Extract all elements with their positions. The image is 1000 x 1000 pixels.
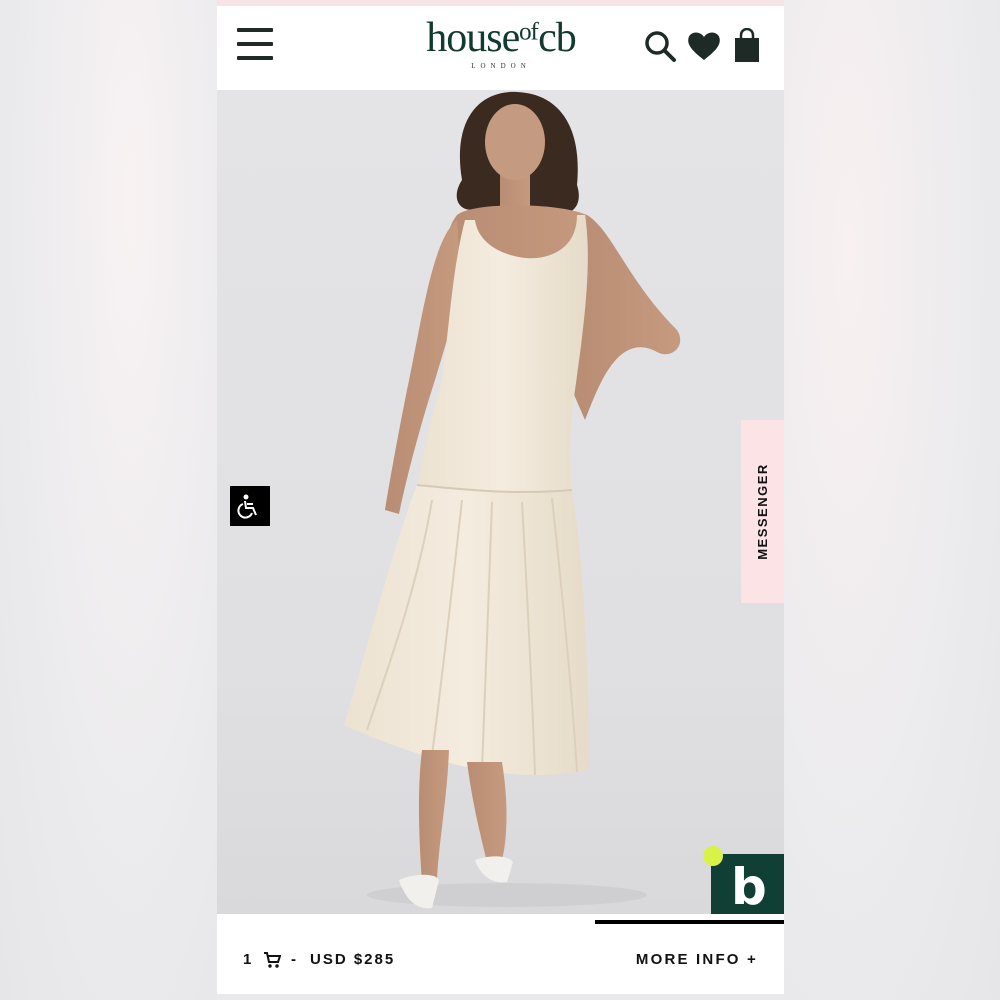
background-right: [784, 0, 1000, 1000]
menu-icon-bar: [237, 42, 273, 46]
wishlist-button[interactable]: [686, 28, 722, 64]
accessibility-button[interactable]: [230, 486, 270, 526]
shopping-bag-icon: [735, 28, 759, 62]
search-icon: [645, 31, 676, 62]
badge-letter: b: [731, 858, 767, 914]
model-figure: [344, 91, 681, 909]
brand-logo[interactable]: houseᵒᶠcb LONDON: [411, 16, 591, 78]
heart-icon: [688, 32, 720, 60]
mobile-page: houseᵒᶠcb LONDON MESSENGER b 1 - USD $28…: [217, 6, 784, 994]
chat-badge-button[interactable]: b: [703, 846, 784, 914]
messenger-tab[interactable]: MESSENGER: [741, 420, 784, 603]
product-price: USD $285: [310, 951, 396, 968]
logo-subtitle: LONDON: [471, 62, 531, 70]
product-image[interactable]: MESSENGER b: [217, 90, 784, 914]
purchase-bar: 1 - USD $285 MORE INFO +: [217, 924, 784, 994]
site-header: houseᵒᶠcb LONDON: [217, 6, 784, 90]
notification-dot: [703, 846, 723, 866]
search-button[interactable]: [642, 28, 678, 64]
menu-button[interactable]: [235, 24, 279, 64]
messenger-label: MESSENGER: [755, 463, 771, 560]
more-info-button[interactable]: MORE INFO +: [636, 951, 758, 968]
cart-icon[interactable]: [263, 951, 281, 969]
menu-icon-bar: [237, 56, 273, 60]
bag-button[interactable]: [729, 28, 765, 64]
background-left: [0, 0, 217, 1000]
separator: -: [291, 951, 296, 968]
logo-wordmark: houseᵒᶠcb: [426, 15, 576, 61]
menu-icon: [237, 28, 273, 32]
quantity-value[interactable]: 1: [243, 951, 253, 968]
wheelchair-icon: [237, 494, 257, 519]
